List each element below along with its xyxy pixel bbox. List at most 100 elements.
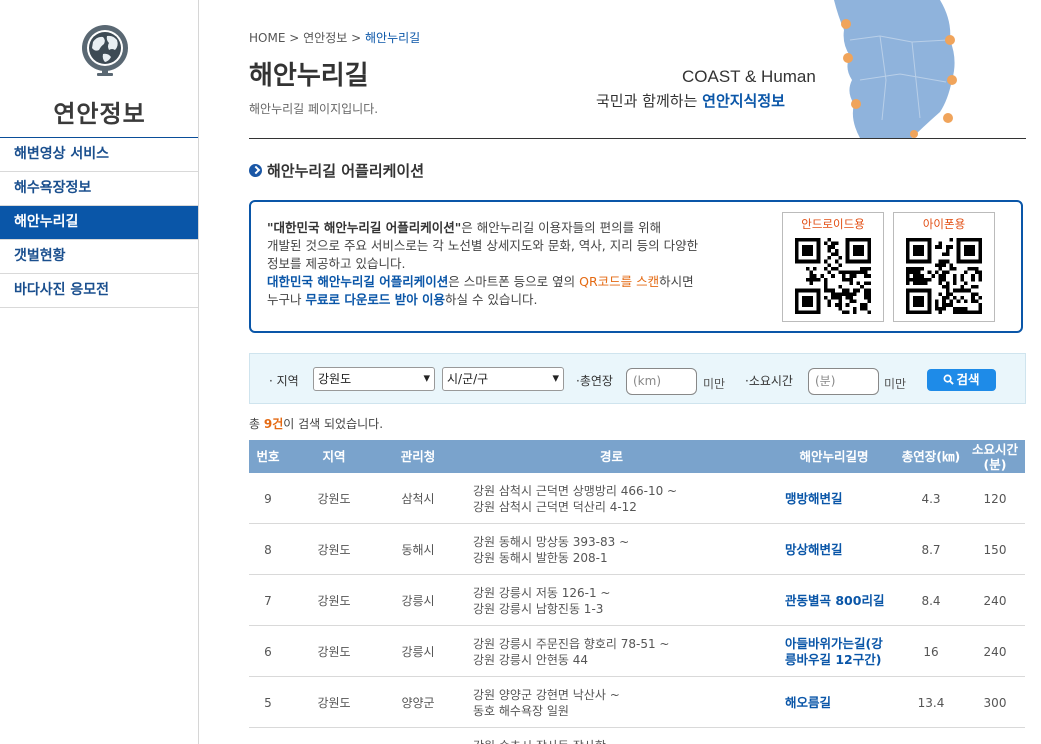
trail-name-link[interactable]: 맹방해변길	[785, 491, 843, 507]
route-end: 강원 동해시 발한동 208-1	[473, 550, 608, 565]
result-count-suffix: 이 검색 되었습니다.	[283, 417, 384, 431]
cell-office: 강릉시	[401, 645, 435, 659]
cell-length: 13.4	[917, 695, 945, 710]
brand-tagline: COAST & Human	[682, 67, 816, 86]
cell-time	[967, 728, 1023, 744]
table-row: 9 강원도 삼척시 4.3 120 강원 삼척시 근덕면 상맹방리 466-10 ~ 강원 …	[249, 473, 1025, 524]
cell-time: 240	[983, 593, 1007, 608]
route-start: 강원 강릉시 저동 126-1 ~	[473, 585, 611, 600]
cell-no: 8	[264, 542, 272, 557]
cell-trail-name[interactable]: 해오름길	[785, 677, 893, 728]
cell-region: 강원도	[317, 594, 351, 608]
page-description: 해안누리길 페이지입니다.	[249, 102, 379, 116]
length-input[interactable]: (km)	[626, 368, 697, 395]
route-end: 강원 삼척시 근덕면 덕산리 4-12	[473, 499, 637, 514]
sidebar-item-beach-info[interactable]: 해수욕장정보	[0, 172, 198, 206]
search-button-label: 검색	[956, 372, 980, 387]
trail-name-link[interactable]: 관동별곡 800리길	[785, 593, 884, 609]
breadcrumb-level1[interactable]: 연안정보	[303, 31, 347, 45]
sidebar-item-photo-contest[interactable]: 바다사진 응모전	[0, 274, 198, 308]
route-start: 강원 양양군 강현면 낙산사 ~	[473, 687, 620, 702]
app-text-line: 은 스마트폰 등으로 옆의	[448, 274, 580, 289]
column-header-office: 관리청	[400, 449, 436, 464]
sidebar-item-tidal-flat[interactable]: 갯벌현황	[0, 240, 198, 274]
cell-length	[895, 728, 967, 744]
android-qr-card[interactable]: 안드로이드용	[782, 212, 884, 322]
result-count-prefix: 총	[249, 417, 264, 431]
cell-region: 강원도	[317, 696, 351, 710]
table-header: 번호 지역 관리청 경로 해안누리길명 총연장(㎞) 소요시간(분)	[249, 440, 1025, 473]
route-end: 동호 해수욕장 일원	[473, 703, 569, 718]
table-row: 6 강원도 강릉시 16 240 강원 강릉시 주문진읍 향호리 78-51 ~ 강원 강릉…	[249, 626, 1025, 677]
route-start: 강원 동해시 망상동 393-83 ~	[473, 534, 630, 549]
cell-route: 강원 양양군 강현면 낙산사 ~ 동호 해수욕장 일원	[473, 677, 773, 728]
city-select[interactable]: 시/군/구	[442, 367, 564, 391]
length-label: ·총연장	[576, 374, 613, 388]
column-header-length: 총연장(㎞)	[901, 449, 961, 464]
cell-no	[249, 728, 287, 744]
trail-name-link[interactable]: 아들바위가는길(강	[785, 636, 883, 652]
sidebar-item-beach-video[interactable]: 해변영상 서비스	[0, 138, 198, 172]
time-input[interactable]: (분)	[808, 368, 879, 395]
header-divider	[249, 138, 1026, 139]
breadcrumb-separator: >	[351, 31, 362, 45]
search-button[interactable]: 검색	[927, 369, 996, 391]
region-select-value: 강원도	[318, 372, 352, 386]
cell-no: 9	[264, 491, 272, 506]
cell-time: 240	[983, 644, 1007, 659]
cell-route: 강원 강릉시 저동 126-1 ~ 강원 강릉시 남항진동 1-3	[473, 575, 773, 626]
brand-slogan: 국민과 함께하는 연안지식정보	[596, 90, 785, 111]
iphone-qr-card[interactable]: 아이폰용	[893, 212, 995, 322]
app-text-line: 하실 수 있습니다.	[445, 292, 538, 307]
cell-time: 120	[983, 491, 1007, 506]
cell-trail-name[interactable]: 관동별곡 800리길	[785, 575, 893, 626]
globe-icon	[82, 25, 128, 76]
cell-no: 6	[264, 644, 272, 659]
cell-length: 16	[923, 644, 939, 659]
app-text-line: 누구나	[267, 292, 306, 307]
cell-trail-name[interactable]: 망상해변길	[785, 524, 893, 575]
cell-length: 8.4	[921, 593, 941, 608]
cell-no: 5	[264, 695, 272, 710]
route-start: 강원 강릉시 주문진읍 향호리 78-51 ~	[473, 636, 670, 651]
qr-code-icon	[795, 238, 871, 314]
cell-office: 강릉시	[401, 594, 435, 608]
app-text-line: 개발된 것으로 주요 서비스로는 각 노선별 상세지도와 문화, 역사, 지리 …	[267, 238, 699, 253]
column-header-name: 해안누리길명	[799, 449, 869, 464]
length-unit: 미만	[703, 377, 726, 391]
breadcrumb-home[interactable]: HOME	[249, 31, 285, 45]
cell-no: 7	[264, 593, 272, 608]
time-label: ·소요시간	[745, 374, 793, 388]
cell-trail-name[interactable]	[785, 728, 893, 744]
bullet-icon	[249, 164, 262, 177]
search-icon	[944, 374, 955, 385]
route-end: 강원 강릉시 안현동 44	[473, 652, 589, 667]
cell-region	[301, 728, 367, 744]
cell-office: 양양군	[401, 696, 435, 710]
cell-length: 8.7	[921, 542, 941, 557]
trail-name-link[interactable]: 망상해변길	[785, 542, 843, 558]
sidebar-item-coastal-trail[interactable]: 해안누리길	[0, 206, 198, 240]
cell-trail-name[interactable]: 아들바위가는길(강 릉바우길 12구간)	[785, 626, 893, 677]
android-qr-label: 안드로이드용	[801, 217, 865, 231]
app-text-line: 은 해안누리길 이용자들의 편의를 위해	[461, 220, 662, 235]
app-name-highlight: 대한민국 해안누리길 어플리케이션	[267, 274, 449, 289]
route-start: 강원 속초시 장사동 장사항	[473, 738, 606, 744]
cell-length: 4.3	[921, 491, 941, 506]
trail-table: 번호 지역 관리청 경로 해안누리길명 총연장(㎞) 소요시간(분) 9 강원도 삼…	[249, 440, 1025, 744]
cell-region: 강원도	[317, 543, 351, 557]
app-description: "대한민국 해안누리길 어플리케이션"은 해안누리길 이용자들의 편의를 위해 …	[267, 219, 767, 309]
city-select-value: 시/군/구	[447, 372, 489, 386]
cell-office: 삼척시	[401, 492, 435, 506]
trail-name-link[interactable]: 릉바우길 12구간)	[785, 652, 883, 668]
cell-trail-name[interactable]: 맹방해변길	[785, 473, 893, 524]
region-select[interactable]: 강원도	[313, 367, 435, 391]
korea-map-illustration	[834, 0, 957, 138]
trail-name-link[interactable]: 해오름길	[785, 695, 831, 711]
result-count: 총 9건이 검색 되었습니다.	[249, 415, 383, 432]
breadcrumb: HOME > 연안정보 > 해안누리길	[249, 29, 420, 46]
iphone-qr-label: 아이폰용	[922, 217, 966, 231]
column-header-no: 번호	[256, 449, 280, 464]
cell-route: 강원 속초시 장사동 장사항	[473, 728, 773, 744]
table-row: 8 강원도 동해시 8.7 150 강원 동해시 망상동 393-83 ~ 강원 동해시 발…	[249, 524, 1025, 575]
